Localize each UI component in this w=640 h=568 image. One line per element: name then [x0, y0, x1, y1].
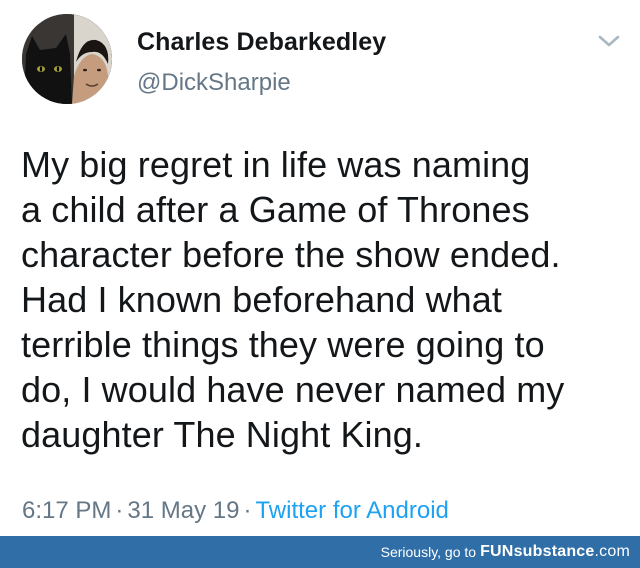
- tweet-card: Charles Debarkedley @DickSharpie My big …: [0, 0, 640, 536]
- funsubstance-logo[interactable]: FUNsubstance.com: [480, 543, 630, 561]
- tweet-time[interactable]: 6:17 PM: [22, 497, 111, 524]
- footer-prefix: Seriously, go to: [380, 544, 477, 560]
- brand-part2: substance: [513, 543, 595, 560]
- avatar[interactable]: [22, 14, 112, 104]
- display-name[interactable]: Charles Debarkedley: [137, 27, 386, 57]
- tweet-text-line: Had I known beforehand what: [21, 279, 503, 320]
- tweet-source-link[interactable]: Twitter for Android: [255, 497, 448, 524]
- user-info: Charles Debarkedley @DickSharpie: [137, 27, 386, 98]
- tweet-text-line: character before the show ended.: [21, 234, 561, 275]
- brand-domain: .com: [594, 543, 630, 560]
- tweet-text-line: daughter The Night King.: [21, 414, 424, 455]
- meta-separator: ·: [115, 497, 124, 524]
- tweet-text: My big regret in life was naming a child…: [21, 142, 626, 457]
- brand-part1: FUN: [480, 543, 514, 560]
- tweet-date[interactable]: 31 May 19: [127, 497, 239, 524]
- tweet-metadata: 6:17 PM · 31 May 19 · Twitter for Android: [22, 496, 449, 526]
- tweet-text-line: do, I would have never named my: [21, 369, 565, 410]
- watermark-footer: Seriously, go to FUNsubstance.com: [0, 536, 640, 568]
- tweet-text-line: a child after a Game of Thrones: [21, 189, 530, 230]
- meta-separator: ·: [243, 497, 252, 524]
- tweet-text-line: terrible things they were going to: [21, 324, 545, 365]
- avatar-image: [22, 14, 112, 104]
- chevron-down-icon[interactable]: [596, 32, 622, 50]
- tweet-text-line: My big regret in life was naming: [21, 144, 531, 185]
- user-handle[interactable]: @DickSharpie: [137, 68, 386, 98]
